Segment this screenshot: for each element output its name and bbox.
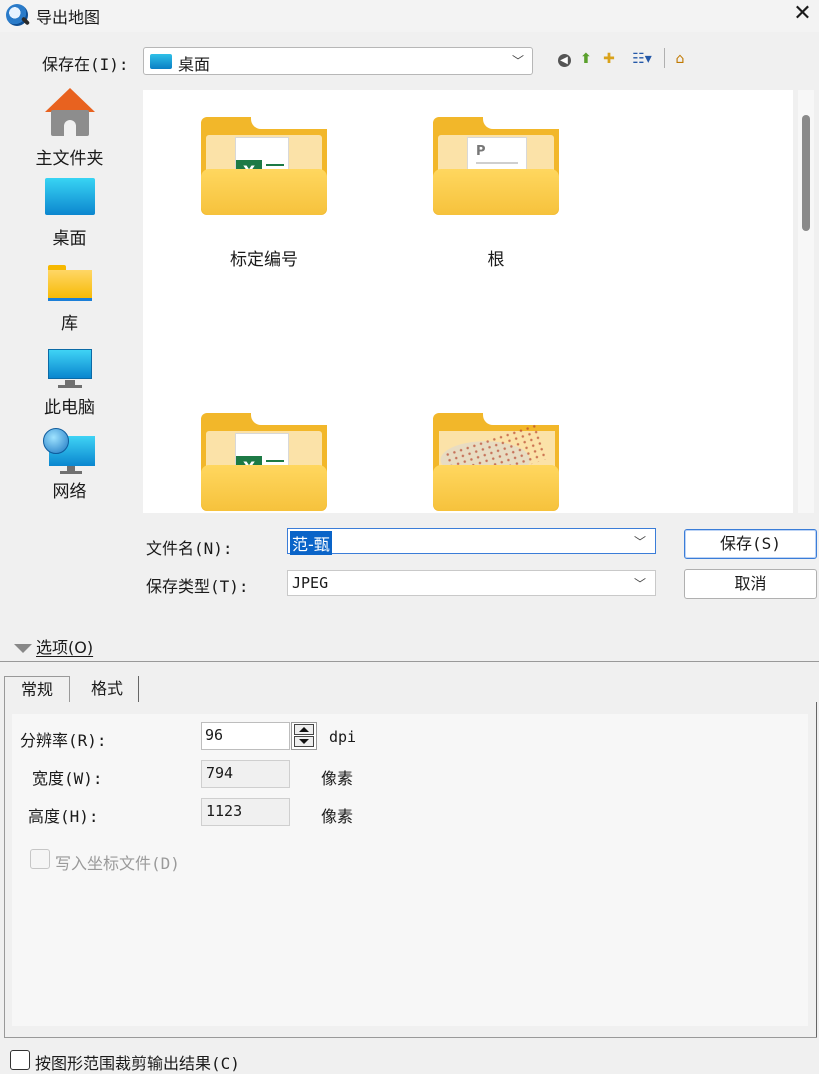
place-library[interactable]: 库 xyxy=(3,260,136,334)
title-bar xyxy=(0,0,819,32)
save-in-label: 保存在(I): xyxy=(42,55,129,74)
place-label: 库 xyxy=(61,314,78,334)
clip-output-checkbox[interactable] xyxy=(10,1050,30,1070)
save-in-value: 桌面 xyxy=(178,55,211,74)
filename-input[interactable]: 范-甄 ﹀ xyxy=(287,528,656,555)
width-label: 宽度(W): xyxy=(32,769,103,788)
resolution-input[interactable]: 96 xyxy=(201,722,290,750)
tab-panel-border xyxy=(4,1037,817,1038)
file-name: 根 xyxy=(487,250,505,270)
stepper-down-icon[interactable] xyxy=(294,736,314,747)
chevron-down-icon: ﹀ xyxy=(512,54,525,68)
file-item[interactable]: P 根 xyxy=(393,117,563,277)
height-field: 1123 xyxy=(201,798,290,826)
world-file-label: 写入坐标文件(D) xyxy=(55,854,180,873)
options-toggle[interactable]: 选项(O) xyxy=(14,634,93,658)
filetype-value: JPEG xyxy=(292,574,329,592)
height-unit: 像素 xyxy=(321,807,354,826)
resolution-unit: dpi xyxy=(329,728,357,746)
file-name: 标定编号 xyxy=(230,250,298,270)
back-arrow-icon: ◀ xyxy=(557,54,571,67)
tab-panel-border xyxy=(4,702,5,1038)
collapse-triangle-icon xyxy=(14,644,32,653)
resolution-stepper[interactable] xyxy=(291,722,317,750)
stepper-up-icon[interactable] xyxy=(294,724,314,735)
file-item[interactable]: X xyxy=(161,413,331,513)
filetype-dropdown[interactable]: JPEG ﹀ xyxy=(287,570,656,596)
chevron-down-icon: ﹀ xyxy=(634,577,647,591)
file-item[interactable] xyxy=(393,413,563,513)
map-search-icon xyxy=(6,4,28,26)
excel-folder-icon: X xyxy=(201,413,327,511)
file-list[interactable]: X 标定编号 P 根 X xyxy=(143,90,793,513)
window-title: 导出地图 xyxy=(36,8,101,27)
world-file-checkbox xyxy=(30,849,50,869)
options-label: 选项(O) xyxy=(36,638,94,657)
scrollbar-thumb[interactable] xyxy=(802,115,810,231)
filename-label: 文件名(N): xyxy=(146,539,233,558)
new-folder-button[interactable]: ✚ xyxy=(600,50,618,68)
place-label: 主文件夹 xyxy=(35,149,104,169)
cancel-button[interactable]: 取消 xyxy=(684,569,817,599)
place-desktop[interactable]: 桌面 xyxy=(3,175,136,249)
place-label: 此电脑 xyxy=(44,398,95,418)
width-unit: 像素 xyxy=(321,769,354,788)
chevron-down-icon[interactable]: ﹀ xyxy=(634,533,646,550)
places-sidebar: 主文件夹 桌面 库 此电脑 网络 xyxy=(3,83,136,623)
place-this-pc[interactable]: 此电脑 xyxy=(3,345,136,418)
home-icon xyxy=(45,88,95,140)
save-in-dropdown[interactable]: 桌面 ﹀ xyxy=(143,47,533,75)
tab-panel-border xyxy=(816,702,817,1038)
place-label: 网络 xyxy=(52,482,87,502)
views-menu-button[interactable]: ☷▾ xyxy=(624,50,660,68)
file-item[interactable]: X 标定编号 xyxy=(161,117,331,277)
map-image-folder-icon xyxy=(433,413,559,511)
options-divider xyxy=(0,661,819,662)
back-button[interactable]: ◀ xyxy=(555,50,573,68)
toolbar-divider xyxy=(664,48,665,68)
place-network[interactable]: 网络 xyxy=(3,429,136,502)
height-label: 高度(H): xyxy=(28,807,99,826)
place-home-folder[interactable]: 主文件夹 xyxy=(3,88,136,169)
tab-general[interactable]: 常规 xyxy=(4,676,70,702)
tab-format[interactable]: 格式 xyxy=(76,676,139,702)
up-folder-button[interactable]: ⬆ xyxy=(577,50,595,68)
filename-value: 范-甄 xyxy=(290,531,332,555)
desktop-icon xyxy=(150,54,172,69)
filetype-label: 保存类型(T): xyxy=(146,577,249,596)
excel-folder-icon: X xyxy=(201,117,327,215)
save-button[interactable]: 保存(S) xyxy=(684,529,817,559)
home-button[interactable]: ⌂ xyxy=(671,50,689,68)
document-folder-icon: P xyxy=(433,117,559,215)
clip-output-label[interactable]: 按图形范围裁剪输出结果(C) xyxy=(35,1050,240,1074)
place-label: 桌面 xyxy=(52,229,87,249)
width-field: 794 xyxy=(201,760,290,788)
close-button[interactable]: ✕ xyxy=(786,0,819,30)
resolution-label: 分辨率(R): xyxy=(20,731,107,750)
